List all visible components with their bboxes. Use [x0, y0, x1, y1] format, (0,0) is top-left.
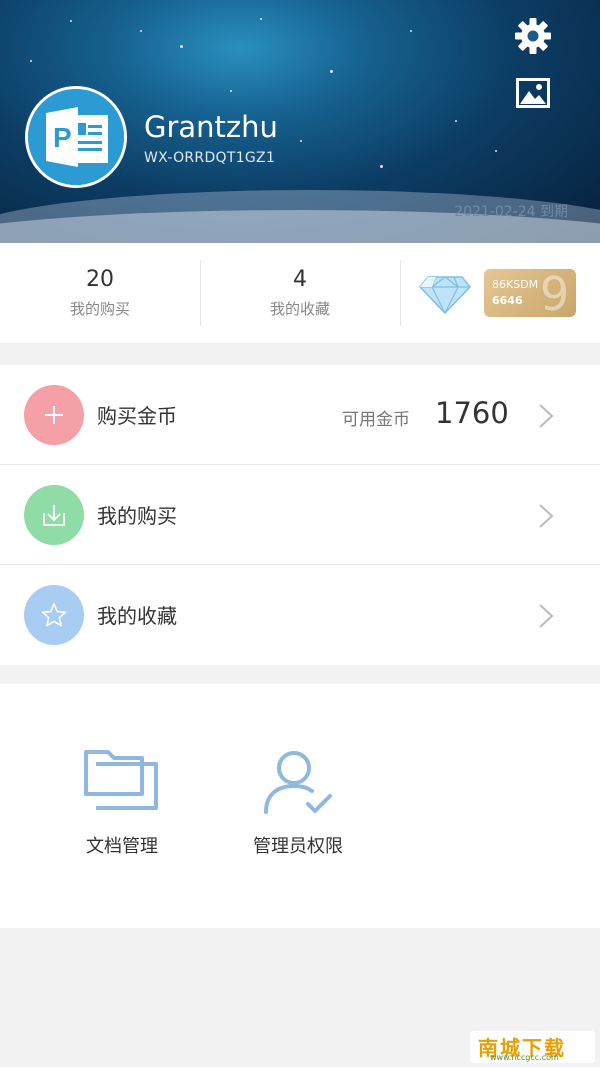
avatar[interactable]: P: [25, 86, 127, 188]
vip-card[interactable]: 9 86KSDM 6646: [484, 269, 576, 317]
chevron-right-icon: [539, 504, 554, 528]
vip-card-line2: 6646: [492, 294, 523, 307]
stat-label: 我的收藏: [269, 300, 330, 318]
star-icon: [24, 585, 84, 645]
tool-document-management[interactable]: 文档管理: [47, 748, 197, 858]
folder-icon: [84, 750, 158, 810]
diamond-icon[interactable]: [418, 273, 472, 315]
stat-my-favorites[interactable]: 4 我的收藏: [200, 243, 400, 343]
username: Grantzhu: [144, 110, 278, 144]
vip-card-line1: 86KSDM: [492, 278, 539, 291]
menu-list: 购买金币 可用金币 1760 我的购买 我的收藏: [0, 365, 600, 665]
user-id: WX-ORRDQT1GZ1: [144, 150, 276, 166]
powerpoint-app-icon: P: [28, 89, 124, 185]
stat-value: 20: [86, 267, 114, 292]
stat-label: 我的购买: [69, 300, 130, 318]
menu-item-buy-coins[interactable]: 购买金币 可用金币 1760: [0, 365, 600, 465]
tool-admin-permissions[interactable]: 管理员权限: [223, 748, 373, 858]
menu-item-label: 我的收藏: [97, 604, 177, 628]
stat-my-purchases[interactable]: 20 我的购买: [0, 243, 200, 343]
chevron-right-icon: [539, 604, 554, 628]
download-icon: [24, 485, 84, 545]
admin-user-icon: [264, 751, 332, 814]
svg-text:P: P: [53, 122, 72, 153]
expiry-date: 2021-02-24 到期: [454, 204, 568, 220]
plus-icon: [24, 385, 84, 445]
tool-label: 管理员权限: [253, 836, 343, 857]
menu-item-my-favorites[interactable]: 我的收藏: [0, 565, 600, 665]
image-icon[interactable]: [516, 78, 550, 108]
gear-icon[interactable]: [513, 16, 553, 56]
profile-header: P Grantzhu WX-ORRDQT1GZ1 2021-02-24 到期: [0, 0, 600, 243]
menu-item-label: 购买金币: [97, 404, 177, 428]
stat-value: 4: [293, 267, 307, 292]
vip-card-level: 9: [540, 269, 570, 317]
coins-label: 可用金币: [342, 410, 410, 430]
watermark-logo: 南城下载 www.nccgcc.com: [470, 1031, 595, 1063]
chevron-right-icon: [539, 404, 554, 428]
tool-label: 文档管理: [86, 836, 158, 857]
menu-item-label: 我的购买: [97, 504, 177, 528]
coins-value: 1760: [435, 396, 509, 430]
divider: [400, 260, 401, 326]
watermark-url: www.nccgcc.com: [490, 1053, 559, 1062]
menu-item-my-purchases[interactable]: 我的购买: [0, 465, 600, 565]
tools-grid: 文档管理 管理员权限: [0, 684, 600, 928]
